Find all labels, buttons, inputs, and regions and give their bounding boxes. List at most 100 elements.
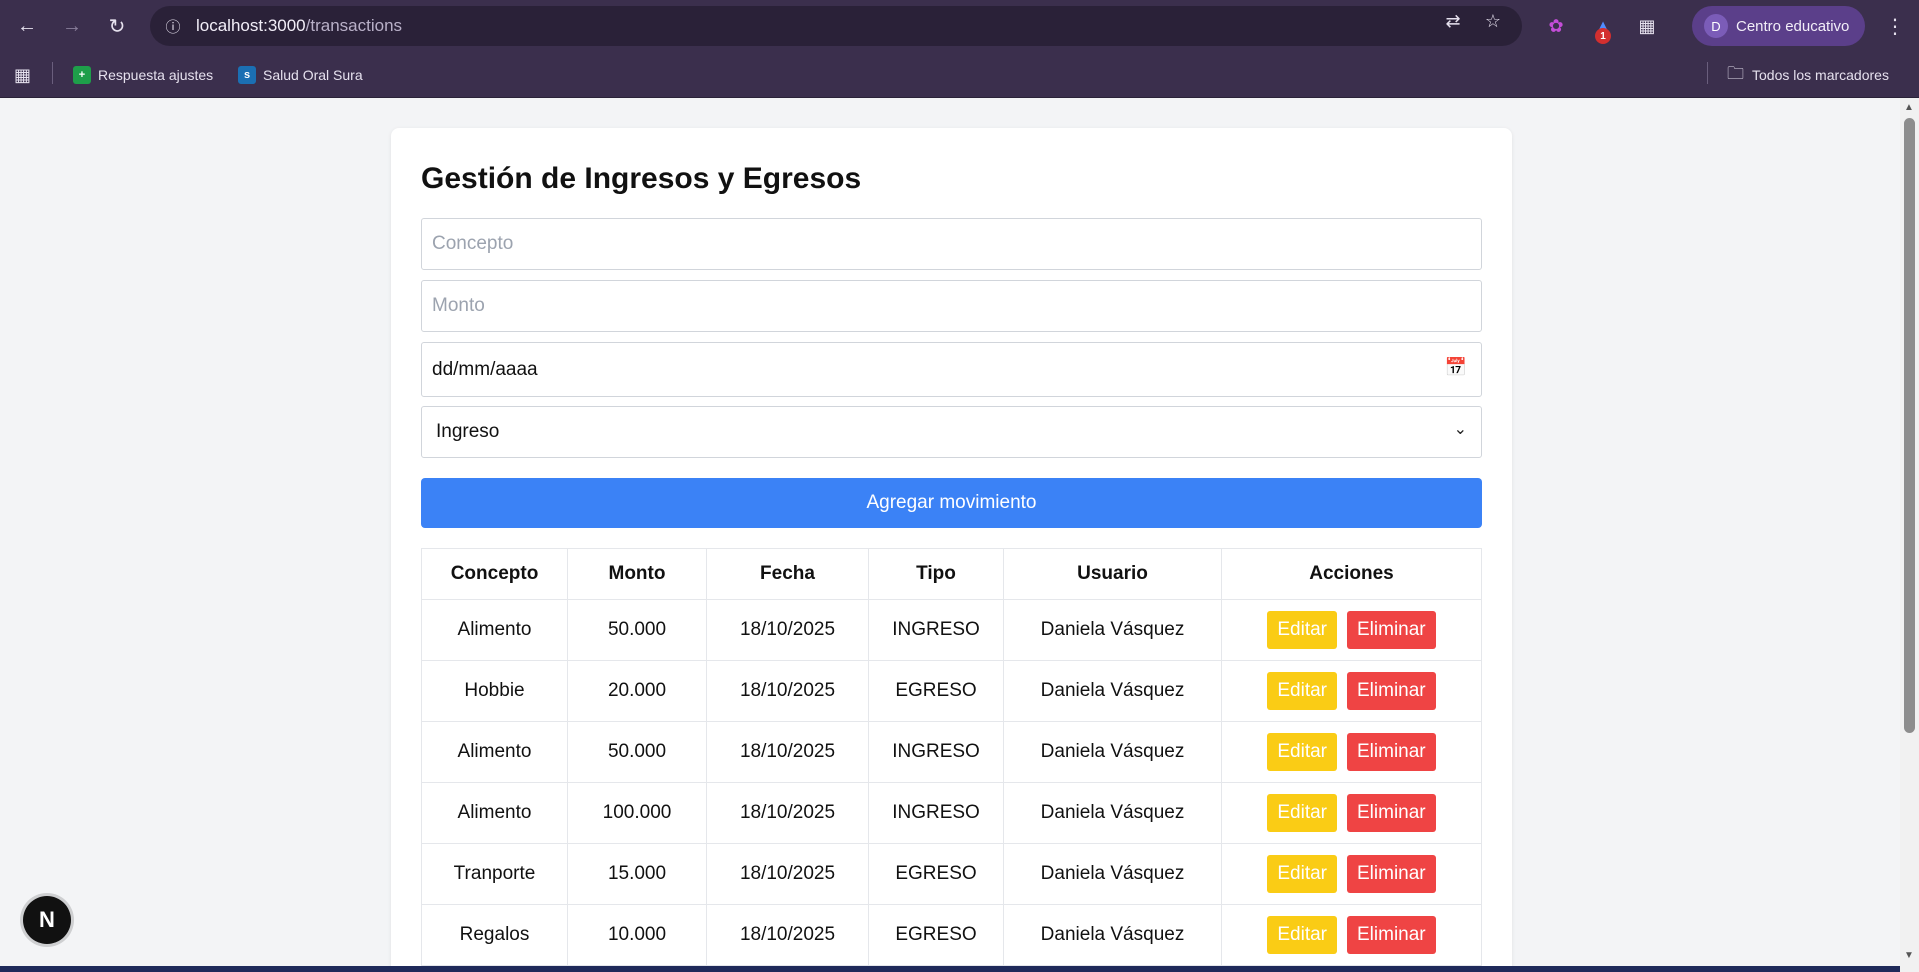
table-row: Hobbie 20.000 18/10/2025 EGRESO Daniela …	[421, 660, 1482, 722]
bookmarks-divider	[1707, 62, 1708, 84]
bookmark-salud-oral-sura[interactable]: s Salud Oral Sura	[238, 62, 363, 88]
back-icon[interactable]: ←	[12, 11, 42, 41]
cell-acciones: Editar Eliminar	[1221, 782, 1482, 844]
delete-button[interactable]: Eliminar	[1347, 794, 1436, 832]
delete-button[interactable]: Eliminar	[1347, 733, 1436, 771]
cell-fecha: 18/10/2025	[706, 599, 869, 661]
delete-button[interactable]: Eliminar	[1347, 916, 1436, 954]
table-row: Alimento 100.000 18/10/2025 INGRESO Dani…	[421, 782, 1482, 844]
delete-button[interactable]: Eliminar	[1347, 855, 1436, 893]
cell-concepto: Alimento	[421, 782, 568, 844]
type-select[interactable]: Ingreso ⌄	[421, 406, 1482, 458]
cell-tipo: EGRESO	[868, 904, 1004, 966]
extensions-puzzle-icon[interactable]: ▦	[1634, 13, 1660, 39]
edit-button[interactable]: Editar	[1267, 855, 1337, 893]
nextjs-dev-indicator[interactable]: N	[23, 896, 71, 944]
bookmark-respuesta-ajustes[interactable]: + Respuesta ajustes	[73, 62, 213, 88]
bookmarks-divider	[52, 62, 53, 84]
extension-brain-icon[interactable]: ✿	[1543, 13, 1569, 39]
profile-button[interactable]: D Centro educativo	[1692, 6, 1865, 46]
table-row: Regalos 10.000 18/10/2025 EGRESO Daniela…	[421, 904, 1482, 966]
cell-usuario: Daniela Vásquez	[1003, 721, 1222, 783]
url-host: localhost:3000	[196, 16, 306, 35]
sura-icon: s	[238, 66, 256, 84]
cell-concepto: Hobbie	[421, 660, 568, 722]
calendar-icon[interactable]: 📅	[1445, 357, 1467, 378]
cell-acciones: Editar Eliminar	[1221, 843, 1482, 905]
table-row: Alimento 50.000 18/10/2025 INGRESO Danie…	[421, 721, 1482, 783]
cell-concepto: Alimento	[421, 599, 568, 661]
concept-input[interactable]: Concepto	[421, 218, 1482, 270]
cell-usuario: Daniela Vásquez	[1003, 660, 1222, 722]
page-viewport: Gestión de Ingresos y Egresos Concepto M…	[0, 98, 1900, 972]
cell-concepto: Alimento	[421, 721, 568, 783]
profile-name: Centro educativo	[1736, 17, 1850, 35]
cell-usuario: Daniela Vásquez	[1003, 843, 1222, 905]
address-bar[interactable]: ⓘ localhost:3000/transactions	[150, 6, 1522, 46]
cell-usuario: Daniela Vásquez	[1003, 904, 1222, 966]
header-usuario: Usuario	[1003, 548, 1222, 600]
transactions-table: Concepto Monto Fecha Tipo Usuario Accion…	[421, 548, 1482, 966]
cell-monto: 50.000	[567, 721, 707, 783]
scroll-up-icon[interactable]: ▲	[1904, 102, 1914, 113]
cell-tipo: EGRESO	[868, 660, 1004, 722]
header-monto: Monto	[567, 548, 707, 600]
cell-fecha: 18/10/2025	[706, 660, 869, 722]
cell-monto: 15.000	[567, 843, 707, 905]
folder-icon: 🗀	[1727, 63, 1744, 83]
page-title: Gestión de Ingresos y Egresos	[421, 162, 862, 195]
add-movement-button[interactable]: Agregar movimiento	[421, 478, 1482, 528]
cell-tipo: INGRESO	[868, 721, 1004, 783]
apps-grid-icon[interactable]: ▦	[14, 62, 31, 88]
all-bookmarks-label: Todos los marcadores	[1752, 67, 1889, 83]
table-body: Alimento 50.000 18/10/2025 INGRESO Danie…	[421, 599, 1482, 966]
table-header-row: Concepto Monto Fecha Tipo Usuario Accion…	[421, 548, 1482, 600]
all-bookmarks[interactable]: 🗀 Todos los marcadores	[1727, 62, 1889, 88]
cell-monto: 50.000	[567, 599, 707, 661]
cell-concepto: Tranporte	[421, 843, 568, 905]
amount-input[interactable]: Monto	[421, 280, 1482, 332]
delete-button[interactable]: Eliminar	[1347, 672, 1436, 710]
edit-button[interactable]: Editar	[1267, 794, 1337, 832]
cell-usuario: Daniela Vásquez	[1003, 599, 1222, 661]
table-row: Alimento 50.000 18/10/2025 INGRESO Danie…	[421, 599, 1482, 661]
cell-fecha: 18/10/2025	[706, 843, 869, 905]
sheets-icon: +	[73, 66, 91, 84]
header-concepto: Concepto	[421, 548, 568, 600]
scroll-down-icon[interactable]: ▼	[1904, 950, 1914, 961]
date-placeholder: dd/mm/aaaa	[432, 358, 538, 380]
star-icon[interactable]: ☆	[1482, 10, 1504, 32]
forward-icon[interactable]: →	[57, 11, 87, 41]
chevron-down-icon: ⌄	[1453, 421, 1467, 438]
browser-menu-icon[interactable]: ⋮	[1880, 11, 1910, 41]
delete-button[interactable]: Eliminar	[1347, 611, 1436, 649]
extension-badge: 1	[1595, 28, 1611, 44]
cell-acciones: Editar Eliminar	[1221, 904, 1482, 966]
date-input[interactable]: dd/mm/aaaa 📅	[421, 342, 1482, 397]
cell-usuario: Daniela Vásquez	[1003, 782, 1222, 844]
cell-acciones: Editar Eliminar	[1221, 721, 1482, 783]
edit-button[interactable]: Editar	[1267, 733, 1337, 771]
cell-tipo: INGRESO	[868, 599, 1004, 661]
header-tipo: Tipo	[868, 548, 1004, 600]
cell-monto: 20.000	[567, 660, 707, 722]
cell-acciones: Editar Eliminar	[1221, 660, 1482, 722]
transactions-card: Gestión de Ingresos y Egresos Concepto M…	[391, 128, 1512, 972]
translate-icon[interactable]: ⇄	[1442, 10, 1464, 32]
scrollbar-thumb[interactable]	[1904, 118, 1915, 733]
reload-icon[interactable]: ↻	[102, 11, 132, 41]
table-row: Tranporte 15.000 18/10/2025 EGRESO Danie…	[421, 843, 1482, 905]
cell-fecha: 18/10/2025	[706, 782, 869, 844]
edit-button[interactable]: Editar	[1267, 672, 1337, 710]
bottom-edge	[0, 966, 1900, 972]
site-info-icon[interactable]: ⓘ	[162, 15, 184, 37]
url-path: /transactions	[305, 16, 403, 35]
cell-fecha: 18/10/2025	[706, 721, 869, 783]
cell-concepto: Regalos	[421, 904, 568, 966]
cell-acciones: Editar Eliminar	[1221, 599, 1482, 661]
url-text: localhost:3000/transactions	[196, 16, 402, 36]
cell-monto: 100.000	[567, 782, 707, 844]
avatar: D	[1704, 14, 1728, 38]
edit-button[interactable]: Editar	[1267, 916, 1337, 954]
edit-button[interactable]: Editar	[1267, 611, 1337, 649]
